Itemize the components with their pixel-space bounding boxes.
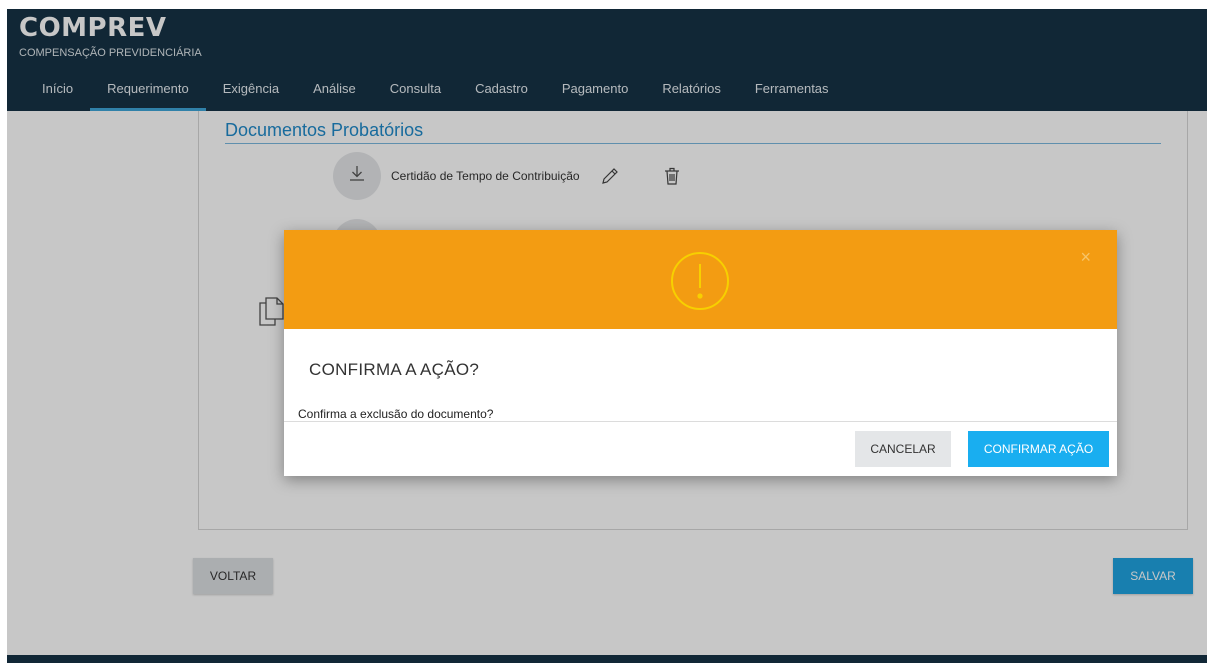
cancel-button[interactable]: CANCELAR xyxy=(855,431,951,467)
app-window: COMPREV COMPENSAÇÃO PREVIDENCIÁRIA Iníci… xyxy=(7,9,1207,663)
warning-icon xyxy=(670,251,730,316)
dialog-message: Confirma a exclusão do documento? xyxy=(298,407,494,421)
confirm-button[interactable]: CONFIRMAR AÇÃO xyxy=(968,431,1109,467)
dialog-header: × xyxy=(284,230,1117,329)
dialog-title: CONFIRMA A AÇÃO? xyxy=(309,360,480,379)
dialog-divider xyxy=(284,421,1117,422)
close-icon[interactable]: × xyxy=(1080,248,1091,266)
confirm-dialog: × CONFIRMA A AÇÃO? Confirma a exclusão d… xyxy=(284,230,1117,476)
